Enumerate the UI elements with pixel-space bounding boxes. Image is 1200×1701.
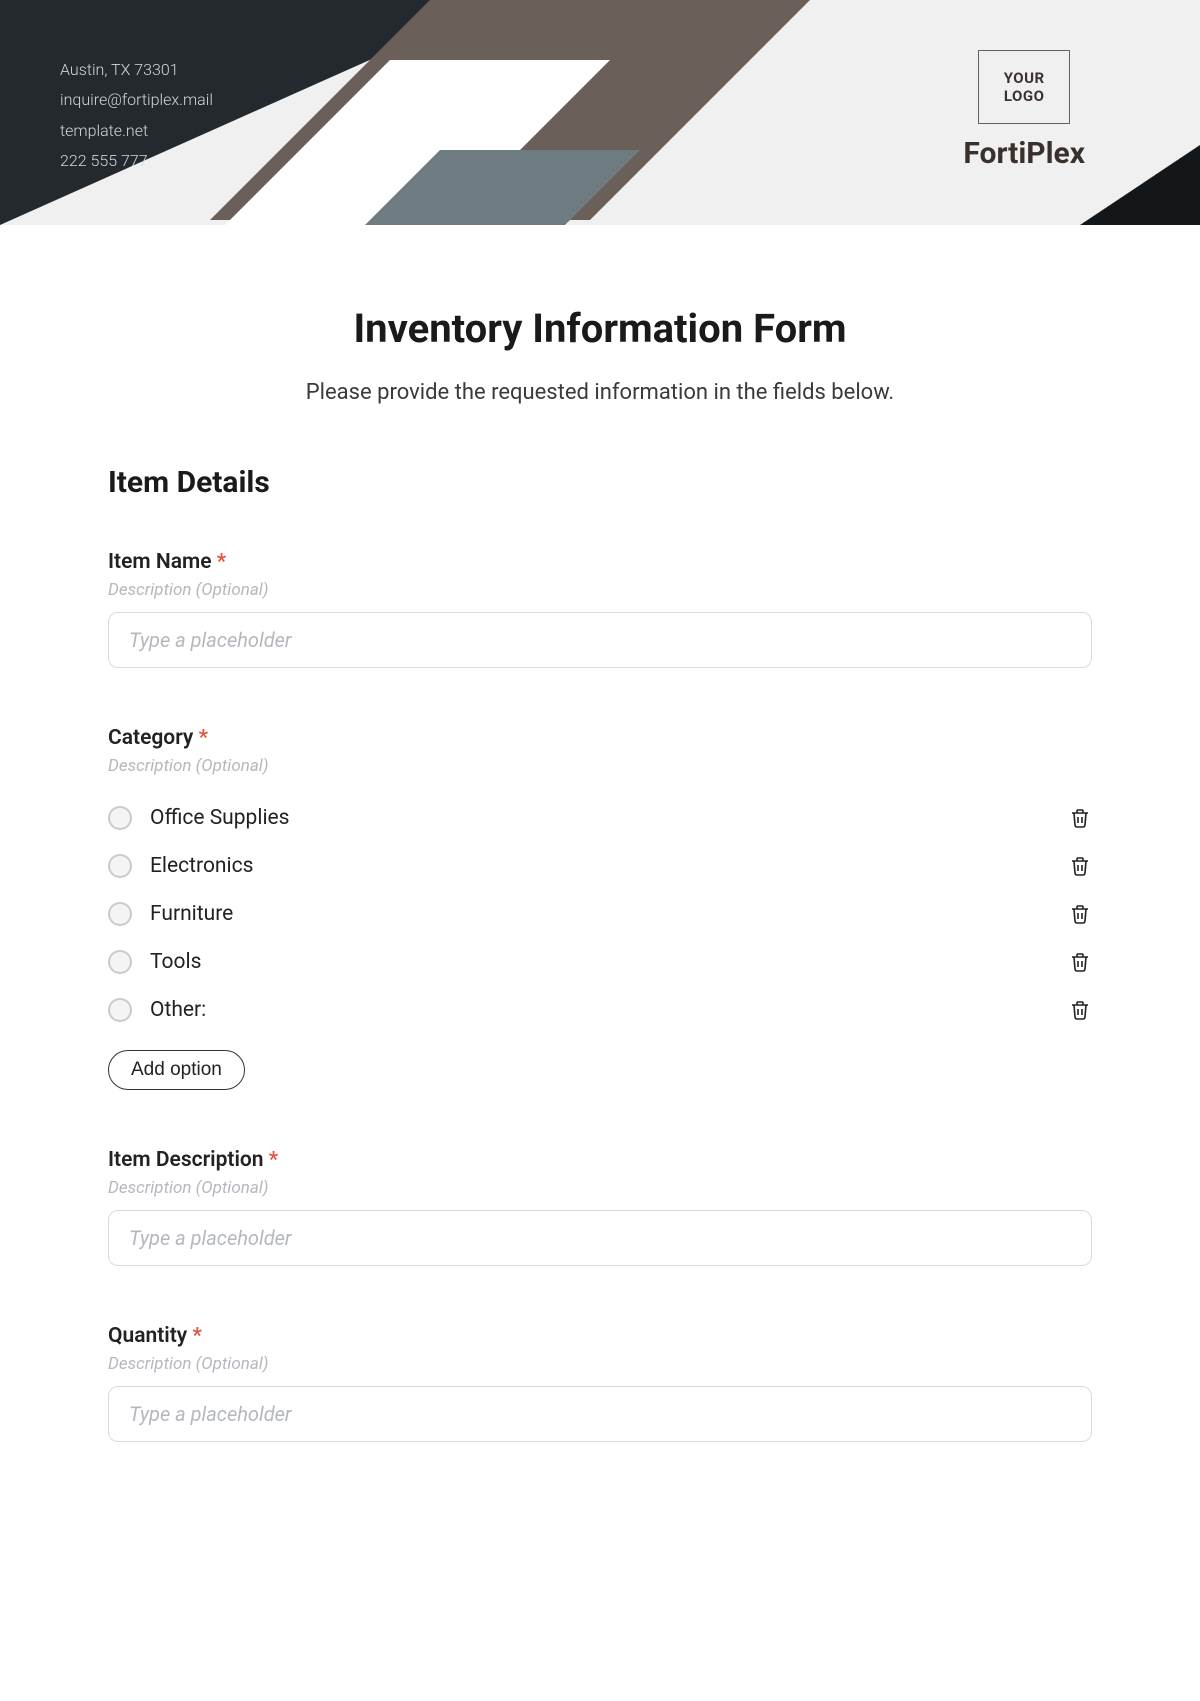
brand-name: FortiPlex (963, 136, 1085, 171)
field-item-name: Item Name * Description (Optional) Type … (108, 550, 1092, 668)
field-label: Item Description * (108, 1148, 1092, 1172)
radio-button[interactable] (108, 902, 132, 926)
trash-icon[interactable] (1068, 806, 1092, 830)
form-title: Inventory Information Form (108, 305, 1092, 352)
required-mark: * (217, 550, 226, 574)
contact-info: Austin, TX 73301 inquire@fortiplex.mail … (60, 55, 213, 177)
required-mark: * (192, 1324, 201, 1348)
trash-icon[interactable] (1068, 998, 1092, 1022)
item-description-input[interactable]: Type a placeholder (108, 1210, 1092, 1266)
required-mark: * (269, 1148, 278, 1172)
form-content: Inventory Information Form Please provid… (0, 225, 1200, 1482)
option-label[interactable]: Tools (150, 950, 201, 974)
field-item-description: Item Description * Description (Optional… (108, 1148, 1092, 1266)
item-name-input[interactable]: Type a placeholder (108, 612, 1092, 668)
description-hint: Description (Optional) (108, 580, 1092, 600)
document-header: Austin, TX 73301 inquire@fortiplex.mail … (0, 0, 1200, 225)
radio-button[interactable] (108, 950, 132, 974)
logo-placeholder: YOUR LOGO (978, 50, 1070, 124)
option-row: Tools (108, 938, 1092, 986)
field-label: Item Name * (108, 550, 1092, 574)
radio-button[interactable] (108, 998, 132, 1022)
category-options: Office Supplies Electronics Furniture (108, 794, 1092, 1034)
field-label: Quantity * (108, 1324, 1092, 1348)
section-title: Item Details (108, 465, 1092, 500)
description-hint: Description (Optional) (108, 1354, 1092, 1374)
option-label[interactable]: Furniture (150, 902, 233, 926)
radio-button[interactable] (108, 854, 132, 878)
add-option-button[interactable]: Add option (108, 1050, 245, 1090)
quantity-input[interactable]: Type a placeholder (108, 1386, 1092, 1442)
description-hint: Description (Optional) (108, 756, 1092, 776)
contact-phone: 222 555 777 (60, 146, 213, 176)
option-label[interactable]: Other: (150, 998, 206, 1022)
radio-button[interactable] (108, 806, 132, 830)
logo-block: YOUR LOGO FortiPlex (963, 50, 1085, 171)
field-category: Category * Description (Optional) Office… (108, 726, 1092, 1090)
option-row: Furniture (108, 890, 1092, 938)
description-hint: Description (Optional) (108, 1178, 1092, 1198)
option-row: Electronics (108, 842, 1092, 890)
field-label: Category * (108, 726, 1092, 750)
trash-icon[interactable] (1068, 902, 1092, 926)
trash-icon[interactable] (1068, 854, 1092, 878)
option-label[interactable]: Electronics (150, 854, 253, 878)
option-row: Office Supplies (108, 794, 1092, 842)
option-row: Other: (108, 986, 1092, 1034)
contact-address: Austin, TX 73301 (60, 55, 213, 85)
contact-website: template.net (60, 116, 213, 146)
required-mark: * (199, 726, 208, 750)
field-quantity: Quantity * Description (Optional) Type a… (108, 1324, 1092, 1442)
trash-icon[interactable] (1068, 950, 1092, 974)
form-subtitle: Please provide the requested information… (108, 380, 1092, 405)
contact-email: inquire@fortiplex.mail (60, 85, 213, 115)
header-corner-shape (1080, 145, 1200, 225)
option-label[interactable]: Office Supplies (150, 806, 290, 830)
